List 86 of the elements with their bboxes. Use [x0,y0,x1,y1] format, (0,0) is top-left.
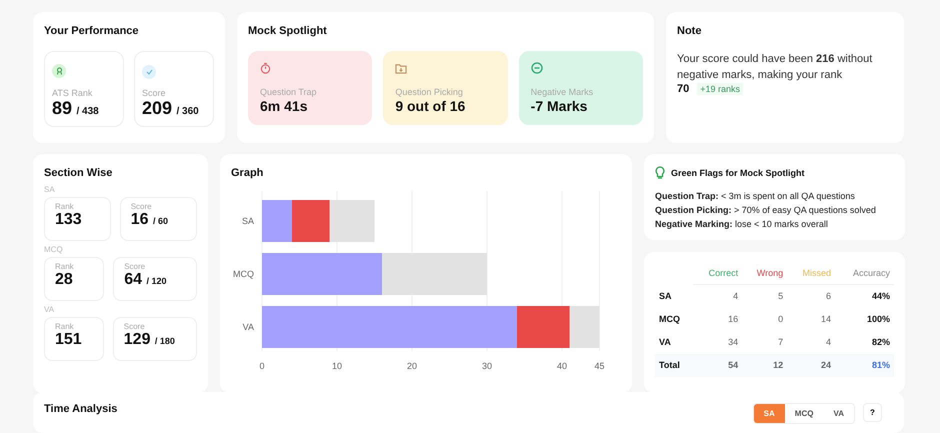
help-button[interactable]: ? [863,403,882,422]
tick-label: 20 [407,361,417,371]
stat-value: 209 [142,98,172,118]
table-cell: 5 [742,284,788,308]
rank-change-badge: +19 ranks [697,83,744,95]
table-cell: 81% [834,354,894,377]
bar [330,200,374,242]
table-cell: 7 [742,331,788,354]
flag-text: Question Picking: > 70% of easy QA questions solved [655,204,877,217]
score-total: / 60 [152,216,168,226]
score-value: 129 [124,331,150,348]
card-title: Your Performance [44,25,140,37]
table-cell: 82% [834,331,894,354]
table-cell: SA [655,284,693,308]
tile-label: Question Picking [395,87,464,97]
check-icon [142,65,156,79]
table-cell-text: MCQ [658,313,681,326]
folder-icon [395,63,408,74]
rank-value: 28 [55,271,73,288]
rank-value: 133 [55,211,82,228]
stat-value: 89 [52,98,72,118]
axis-label: SA [242,216,254,226]
tile-value: 6m 41s [260,98,308,114]
table-cell-text: 0 [777,313,784,326]
bar [262,200,292,242]
table-cell: 4 [787,331,835,354]
minus-circle-icon [530,62,543,74]
table-cell: 34 [692,331,742,354]
tick-label: 10 [332,361,342,371]
score-label: Score [124,262,146,271]
stopwatch-icon [260,62,271,74]
card-title: Section Wise [44,167,114,179]
tick-label: 30 [482,361,492,371]
table-cell-text: 16 [727,313,740,326]
score-value: 16 [130,211,149,228]
rank-value: 151 [55,331,82,348]
table-cell: 6 [787,284,835,308]
tick-label: 45 [594,361,604,371]
stat-label: ATS Rank [52,88,94,98]
table-cell: VA [655,331,693,354]
stat-total: / 360 [176,106,199,117]
table-cell-text: 100% [866,313,891,326]
tile-value: -7 Marks [530,98,588,114]
flag-text: Question Trap: < 3m is spent on all QA questions [655,190,856,203]
section-label: MCQ [44,245,64,254]
rank-label: Rank [55,202,75,211]
column-header: Accuracy [834,262,894,284]
table-cell: 54 [692,354,742,377]
axis-label: MCQ [233,269,254,279]
flag-text: Negative Marking: lose < 10 marks overall [655,218,829,231]
award-icon [52,64,66,78]
score-label: Score [130,202,153,211]
tick-label: 40 [557,361,567,371]
table-cell: Total [655,354,693,377]
column-header: Missed [787,262,835,284]
axis-label: VA [242,322,254,332]
rank-label: Rank [55,262,75,271]
table-cell: 12 [742,354,788,377]
score-total: / 180 [154,336,175,346]
section-label: SA [44,185,56,194]
column-header: Wrong [742,262,788,284]
table-cell: 44% [834,284,894,308]
stat-total: / 438 [76,106,99,117]
table-cell-text: 14 [820,313,832,326]
table-cell: 24 [787,354,835,377]
lightbulb-icon [655,166,665,179]
score-total: / 120 [146,276,166,286]
card-title: Time Analysis [44,403,118,415]
bar [292,200,330,242]
card-title: Note [677,25,702,37]
card-title: Graph [231,167,264,179]
note-text: Your score could have been 216 without negative marks, making your rank [677,52,874,83]
tile-value: 9 out of 16 [395,98,466,114]
rank-label: Rank [55,322,75,331]
tile-label: Negative Marks [530,87,594,97]
score-label: Score [124,322,146,331]
stat-label: Score [142,88,167,98]
section-label: VA [44,305,56,314]
tile-label: Question Trap [260,87,318,97]
card-title: Mock Spotlight [248,25,328,37]
score-value: 64 [124,271,142,288]
column-header: Correct [692,262,742,284]
rank-value: 70 [677,83,690,95]
card-title: Green Flags for Mock Spotlight [671,168,805,178]
tick-label: 0 [260,361,264,371]
table-cell: 4 [692,284,742,308]
